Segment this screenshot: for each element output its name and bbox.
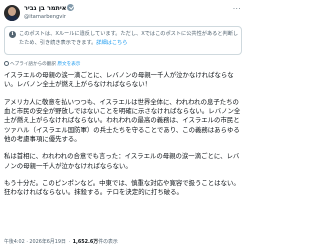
separator: ·	[66, 239, 72, 245]
post-paragraph: 私は首相に、われわれの合意でも言った：イスラエルの母親の涙一滴ごとに、レバノンの…	[4, 152, 240, 170]
post-paragraph: イスラエルの母親の涙一滴ごとに、レバノンの母親一千人が泣かなければならない。レバ…	[4, 71, 234, 89]
verified-badge-icon	[67, 4, 75, 11]
post-timestamp[interactable]: 午後4:02 · 2026年6月19日	[4, 239, 66, 245]
show-original-link[interactable]: 原文を表示	[57, 62, 80, 67]
post-meta: 午後4:02 · 2026年6月19日 · 1,652.6万件の表示	[4, 239, 118, 246]
avatar-face	[8, 7, 16, 16]
translation-label: ヘブライ語からの翻訳	[10, 62, 56, 67]
author-name-row[interactable]: איתמר בן גביר	[24, 4, 75, 13]
notice-details-link[interactable]: 詳細はこちら	[96, 40, 127, 46]
rule-violation-notice: i このポストは、Xルールに違反しています。ただし、Xではこのポストに公共性があ…	[4, 26, 242, 55]
views-count[interactable]: 1,652.6万	[73, 239, 99, 245]
views-label: 件の表示	[98, 239, 118, 245]
post-paragraph: アメリカ人に敬意を払いつつも、イスラエルは世界全体に、われわれの息子たちの血と市…	[4, 97, 241, 144]
author-name[interactable]: איתמר בן גביר	[24, 4, 66, 12]
post-header: איתמר בן גביר @itamarbengvir ···	[4, 4, 242, 24]
notice-text: このポストは、Xルールに違反しています。ただし、Xではこのポストに公共性があると…	[19, 31, 239, 46]
author-handle[interactable]: @itamarbengvir	[24, 13, 66, 21]
globe-icon	[4, 61, 9, 66]
translation-bar: ヘブライ語からの翻訳 原文を表示	[4, 61, 80, 68]
info-icon: i	[9, 31, 16, 38]
avatar[interactable]	[4, 5, 20, 21]
post-paragraph: もう十分だ。このピンポンなど。中東では、慎重な対応や寛容で扱うことはない。狂わな…	[4, 179, 240, 197]
more-options-icon[interactable]: ···	[232, 6, 242, 14]
post-body: イスラエルの母親の涙一滴ごとに、レバノンの母親一千人が泣かなければならない。レバ…	[4, 71, 244, 198]
notice-text-block: このポストは、Xルールに違反しています。ただし、Xではこのポストに公共性があると…	[19, 30, 241, 47]
